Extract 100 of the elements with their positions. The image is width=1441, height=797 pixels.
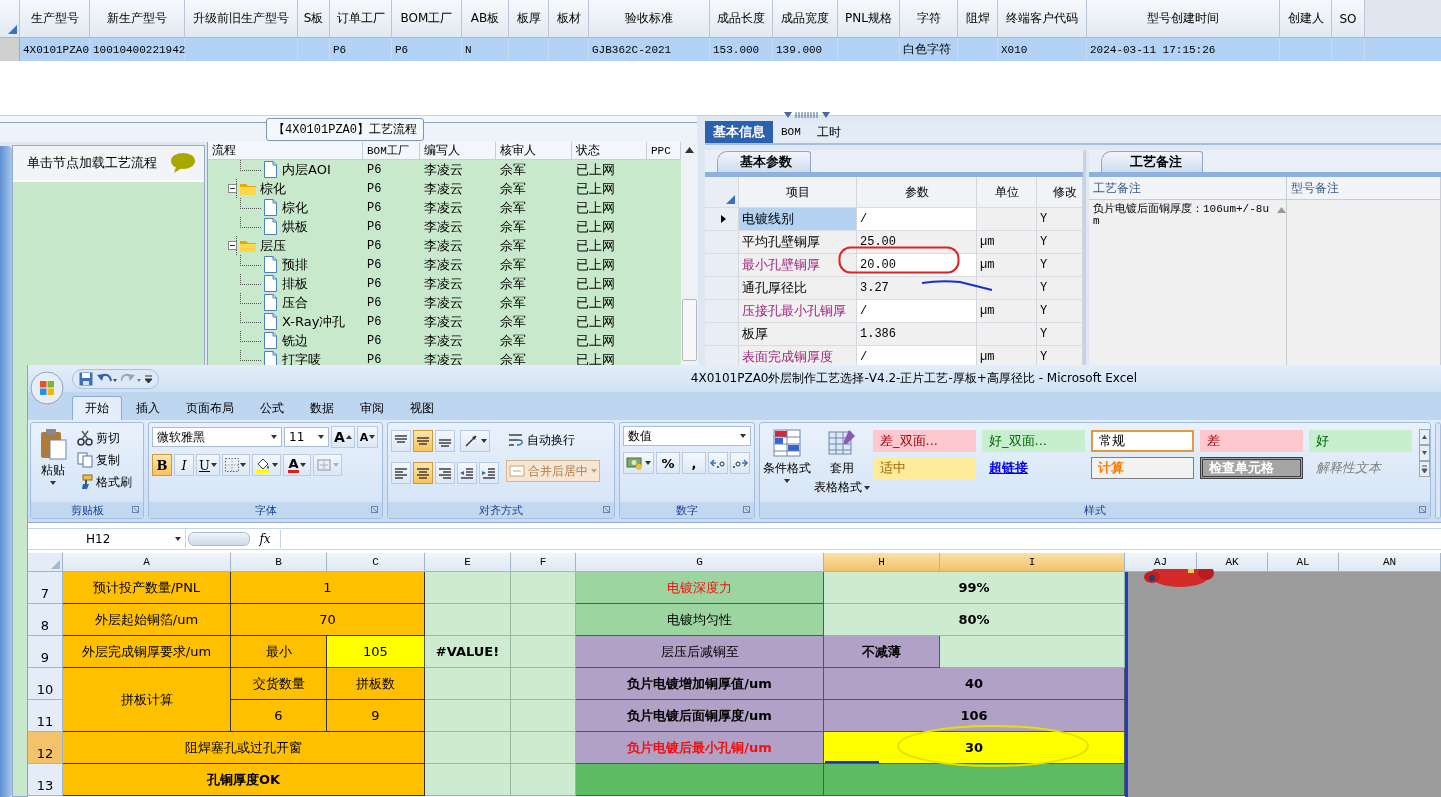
wrap-text-button[interactable]: 自动换行 <box>506 430 600 450</box>
table-row[interactable]: 4X0101PZA0 10010400221942 P6 P6 N GJB362C-2021 153.000 139.000 白色字符 X010 2024-03-11 17:15:26 <box>0 38 1441 61</box>
column-header[interactable]: 板材 <box>549 0 589 37</box>
column-header[interactable]: 核审人 <box>496 142 572 159</box>
cut-button[interactable]: 剪切 <box>75 428 134 448</box>
ribbon-tab[interactable]: 公式 <box>248 397 296 420</box>
column-header[interactable]: BOM工厂 <box>363 142 420 159</box>
tab[interactable]: 工艺备注 <box>1101 151 1203 172</box>
cell-style[interactable]: 差 <box>1200 430 1303 452</box>
ribbon-tab[interactable]: 数据 <box>298 397 346 420</box>
tree-node[interactable]: X-Ray冲孔 <box>282 312 346 331</box>
column-header[interactable]: 生产型号 <box>20 0 90 37</box>
column-header[interactable]: F <box>511 553 576 572</box>
row-header[interactable]: 12 <box>28 732 63 764</box>
tab[interactable]: 工时 <box>808 121 849 143</box>
conditional-formatting-button[interactable]: 条件格式 <box>763 426 811 499</box>
column-header[interactable]: AN <box>1339 553 1441 572</box>
table-cell: 10010400221942 <box>90 38 185 61</box>
ribbon-tab[interactable]: 开始 <box>72 396 122 420</box>
column-header[interactable]: 型号备注 <box>1287 177 1441 199</box>
row-header[interactable]: 11 <box>28 700 63 732</box>
paste-button[interactable]: 粘贴 <box>34 426 72 499</box>
font-color-button[interactable]: A <box>282 454 311 476</box>
cell-style[interactable]: 常规 <box>1091 430 1194 452</box>
tree-node[interactable]: 烘板 <box>282 217 308 236</box>
column-header[interactable]: 验收标准 <box>589 0 710 37</box>
column-header[interactable]: 成品宽度 <box>773 0 838 37</box>
column-header[interactable]: 升级前旧生产型号 <box>185 0 298 37</box>
table-cell-text: 李凌云 <box>423 331 464 350</box>
column-header[interactable]: BOM工厂 <box>392 0 462 37</box>
tab[interactable]: BOM <box>773 121 809 143</box>
number-format-dropdown[interactable]: 数值 <box>623 426 751 446</box>
font-name-dropdown[interactable]: 微软雅黑 <box>152 427 282 447</box>
cell-style[interactable]: 好_双面... <box>982 430 1085 452</box>
percent-button[interactable]: % <box>656 452 680 474</box>
grow-font-button[interactable]: A <box>331 426 355 448</box>
tab[interactable]: 基本参数 <box>717 151 811 172</box>
column-header[interactable]: A <box>63 553 231 572</box>
copy-button[interactable]: 复制 <box>75 450 134 470</box>
ribbon-tab[interactable]: 审阅 <box>348 397 396 420</box>
row-header[interactable]: 9 <box>28 636 63 668</box>
column-header[interactable]: B <box>231 553 327 572</box>
row-header[interactable]: 10 <box>28 668 63 700</box>
cell-style[interactable]: 适中 <box>873 457 976 479</box>
insert-function-button[interactable]: fx <box>250 532 280 546</box>
tree-node[interactable]: 棕化 <box>282 198 308 217</box>
ribbon-tab[interactable]: 视图 <box>398 397 446 420</box>
format-painter-button[interactable]: 格式刷 <box>75 472 134 492</box>
font-size-dropdown[interactable]: 11 <box>284 427 329 447</box>
column-header[interactable]: E <box>425 553 511 572</box>
column-header[interactable]: 板厚 <box>509 0 549 37</box>
column-header[interactable]: 新生产型号 <box>90 0 185 37</box>
row-header[interactable]: 8 <box>28 604 63 636</box>
tree-node[interactable]: 排板 <box>282 274 308 293</box>
row-header[interactable]: 13 <box>28 764 63 796</box>
table-cell-text: 李凌云 <box>423 312 464 331</box>
column-header[interactable]: AB板 <box>462 0 509 37</box>
column-header[interactable]: 创建人 <box>1280 0 1332 37</box>
column-header[interactable]: AK <box>1197 553 1268 572</box>
column-header[interactable]: I <box>940 553 1125 572</box>
table-cell: 阻焊塞孔或过孔开窗 <box>63 732 425 764</box>
bold-button[interactable]: B <box>152 454 172 476</box>
row-header[interactable]: 7 <box>28 572 63 604</box>
column-header[interactable]: 终端客户代码 <box>998 0 1087 37</box>
column-header[interactable]: 状态 <box>572 142 647 159</box>
ribbon-tab[interactable]: 插入 <box>124 397 172 420</box>
cell-style[interactable]: 差_双面... <box>873 430 976 452</box>
column-header[interactable]: 阻焊 <box>958 0 998 37</box>
format-as-table-button[interactable]: 套用 表格格式 <box>814 426 870 499</box>
column-header[interactable]: S板 <box>298 0 330 37</box>
column-header[interactable]: 流程 <box>208 142 363 159</box>
comma-button[interactable]: , <box>682 452 706 474</box>
column-header[interactable]: 字符 <box>900 0 958 37</box>
column-header[interactable]: 订单工厂 <box>330 0 392 37</box>
column-header[interactable]: C <box>327 553 425 572</box>
tab[interactable]: 基本信息 <box>705 121 773 143</box>
tree-node[interactable]: 内层AOI <box>282 160 331 179</box>
cell-style[interactable]: 好 <box>1309 430 1412 452</box>
ribbon-tab[interactable]: 页面布局 <box>174 397 246 420</box>
column-header[interactable]: 型号创建时间 <box>1087 0 1280 37</box>
tree-node[interactable]: 预排 <box>282 255 308 274</box>
cell-style[interactable]: 超链接 <box>982 457 1085 479</box>
column-header[interactable]: 修改 <box>1037 177 1083 207</box>
column-header[interactable]: AL <box>1268 553 1339 572</box>
shrink-font-button[interactable]: A <box>356 426 379 448</box>
underline-button[interactable]: U <box>196 454 220 476</box>
tree-node[interactable]: 压合 <box>282 293 308 312</box>
column-header[interactable]: G <box>576 553 824 572</box>
column-header[interactable]: 工艺备注 <box>1089 177 1287 199</box>
column-header[interactable]: 参数 <box>857 177 977 207</box>
tree-node[interactable]: 层压 <box>260 236 286 255</box>
column-header[interactable]: 单位 <box>977 177 1037 207</box>
column-header[interactable]: 成品长度 <box>710 0 773 37</box>
italic-button[interactable]: I <box>174 454 194 476</box>
column-header[interactable]: H <box>824 553 940 572</box>
column-header[interactable]: PNL规格 <box>838 0 900 37</box>
column-header[interactable]: 项目 <box>739 177 857 207</box>
column-header[interactable]: 编写人 <box>420 142 496 159</box>
tree-node[interactable]: 棕化 <box>260 179 286 198</box>
tree-node[interactable]: 铣边 <box>282 331 308 350</box>
